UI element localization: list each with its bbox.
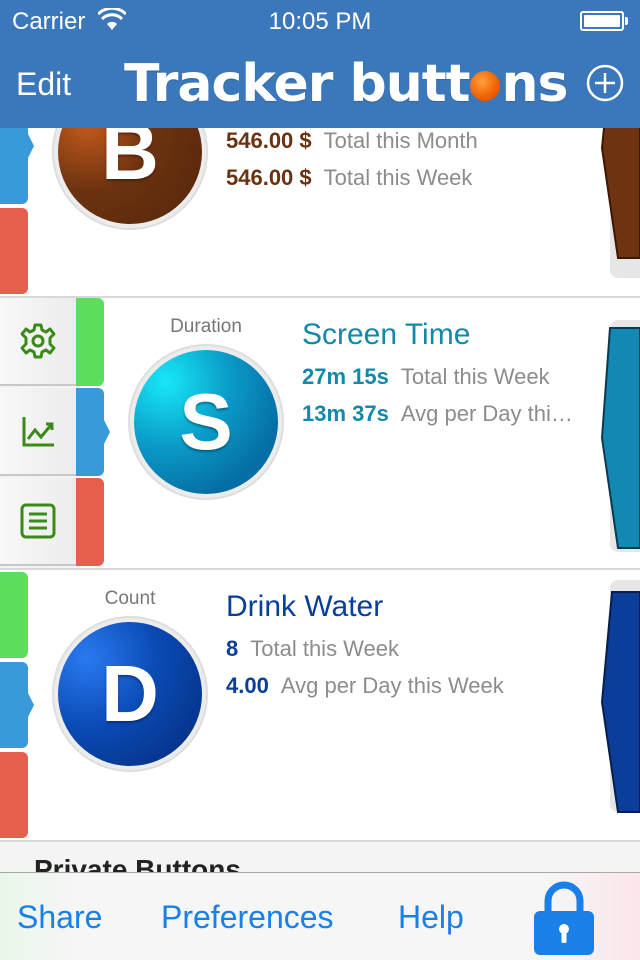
tracker-title: Screen Time [302,318,471,351]
tracker-title: Drink Water [226,590,384,623]
stat-line: 546.00 $ Total this Month [226,128,478,153]
tracker-row-drink-water[interactable]: Count D Drink Water 8 Total this Week 4.0… [0,570,640,842]
battery-icon [580,11,628,31]
status-bar: Carrier 10:05 PM [0,0,640,40]
quick-add-tab-b[interactable] [600,108,640,278]
rail-delete-tab[interactable] [76,478,104,566]
rail-history-tab[interactable] [76,388,110,476]
gear-icon [20,323,56,359]
stat-line: 4.00 Avg per Day this Week [226,673,504,698]
action-panel [0,298,76,568]
rail-settings-tab[interactable] [76,298,104,386]
tracker-letter-d: D [58,622,202,766]
tracker-row-screen-time[interactable]: Duration S Screen Time 27m 15s Total this… [0,298,640,570]
tracker-type-label: Duration [170,316,242,337]
header: Carrier 10:05 PM Edit Tracker butt ns [0,0,640,128]
help-button[interactable]: Help [398,899,464,936]
rail-settings-tab[interactable] [0,572,28,658]
clock: 10:05 PM [268,8,372,35]
settings-button[interactable] [0,298,76,386]
list-icon [20,503,56,539]
rail-history-tab[interactable] [0,662,34,748]
chart-button[interactable] [0,388,76,476]
add-button[interactable] [586,64,624,102]
lock-icon[interactable] [532,879,596,955]
bottom-toolbar: Share Preferences Help [0,872,640,960]
tracker-letter-s: S [134,350,278,494]
share-button[interactable]: Share [17,899,102,936]
preferences-button[interactable]: Preferences [161,899,334,936]
tracker-button-d[interactable]: D [52,616,208,772]
edit-button[interactable]: Edit [16,66,71,103]
title-orange-dot-icon [470,71,501,101]
quick-add-tab-d[interactable] [600,580,640,813]
stat-line: 13m 37s Avg per Day thi… [302,401,573,426]
app-title-part1: Tracker butt [124,54,470,114]
tracker-button-s[interactable]: S [128,344,284,500]
quick-add-tab-s[interactable] [600,320,640,552]
rail-delete-tab[interactable] [0,752,28,838]
nav-bar: Edit Tracker butt ns [0,40,640,128]
rail-delete-tab[interactable] [0,208,28,294]
app-title: Tracker butt ns [124,54,568,114]
stat-line: 546.00 $ Total this Week [226,165,473,190]
chart-icon [22,417,54,447]
screen: Carrier 10:05 PM Edit Tracker butt ns B … [0,0,640,960]
notes-button[interactable] [0,478,76,566]
tracker-type-label: Count [104,588,156,609]
app-title-part2: ns [501,54,568,114]
stat-line: 27m 15s Total this Week [302,364,550,389]
stat-line: 8 Total this Week [226,636,400,661]
